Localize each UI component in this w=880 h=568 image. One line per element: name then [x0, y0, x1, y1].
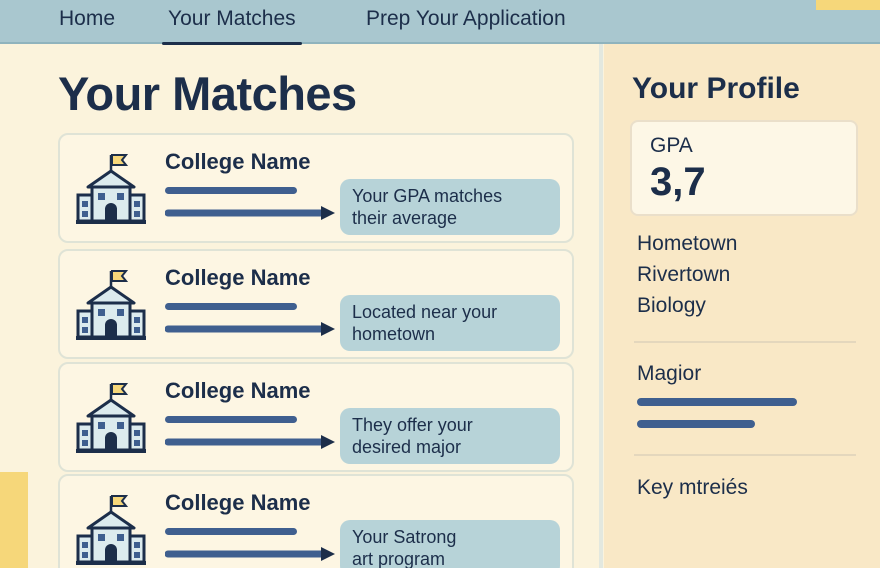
nav-accent-strip — [816, 0, 880, 10]
college-name: College Name — [165, 378, 311, 403]
arrow-right-icon — [165, 547, 335, 561]
arrow-right-icon — [165, 322, 335, 336]
placeholder-bar — [637, 398, 797, 406]
college-name: College Name — [165, 265, 311, 290]
match-reason: Your GPA matches their average — [340, 179, 560, 235]
page-title: Your Matches — [58, 67, 357, 120]
college-name: College Name — [165, 149, 311, 174]
divider — [634, 341, 856, 343]
school-building-icon — [76, 383, 146, 453]
match-card[interactable]: College Name Your Satrong art program — [58, 474, 574, 568]
profile-title: Your Profile — [632, 72, 800, 105]
profile-hometown-value: Rivertown — [637, 263, 731, 286]
match-reason: Your Satrong art program — [340, 520, 560, 568]
arrow-right-icon — [165, 206, 335, 220]
school-building-icon — [76, 495, 146, 565]
placeholder-line — [165, 528, 297, 535]
match-reason: They offer your desired major — [340, 408, 560, 464]
profile-hometown-label: Hometown — [637, 232, 738, 255]
divider — [634, 454, 856, 456]
match-card[interactable]: College Name Your GPA matches their aver… — [58, 133, 574, 243]
placeholder-line — [165, 303, 297, 310]
school-building-icon — [76, 154, 146, 224]
college-name: College Name — [165, 490, 311, 515]
column-divider — [599, 44, 603, 568]
arrow-right-icon — [165, 435, 335, 449]
top-nav: Home Your Matches Prep Your Application — [0, 0, 880, 45]
match-card[interactable]: College Name They offer your desired maj… — [58, 362, 574, 472]
placeholder-line — [165, 416, 297, 423]
gpa-value: 3,7 — [650, 160, 706, 204]
profile-major-label: Magior — [637, 362, 702, 385]
school-building-icon — [76, 270, 146, 340]
placeholder-line — [165, 187, 297, 194]
nav-your-matches[interactable]: Your Matches — [162, 7, 302, 45]
match-card[interactable]: College Name Located near your hometown — [58, 249, 574, 359]
match-reason: Located near your hometown — [340, 295, 560, 351]
gpa-card: GPA 3,7 — [630, 120, 858, 216]
gpa-label: GPA — [650, 134, 693, 157]
decorative-accent — [0, 472, 28, 568]
profile-major-value: Biology — [637, 294, 706, 317]
key-metrics-label: Key mtreiés — [637, 476, 748, 499]
placeholder-bar — [637, 420, 755, 428]
nav-home[interactable]: Home — [59, 7, 115, 31]
nav-prep-application[interactable]: Prep Your Application — [366, 7, 566, 31]
